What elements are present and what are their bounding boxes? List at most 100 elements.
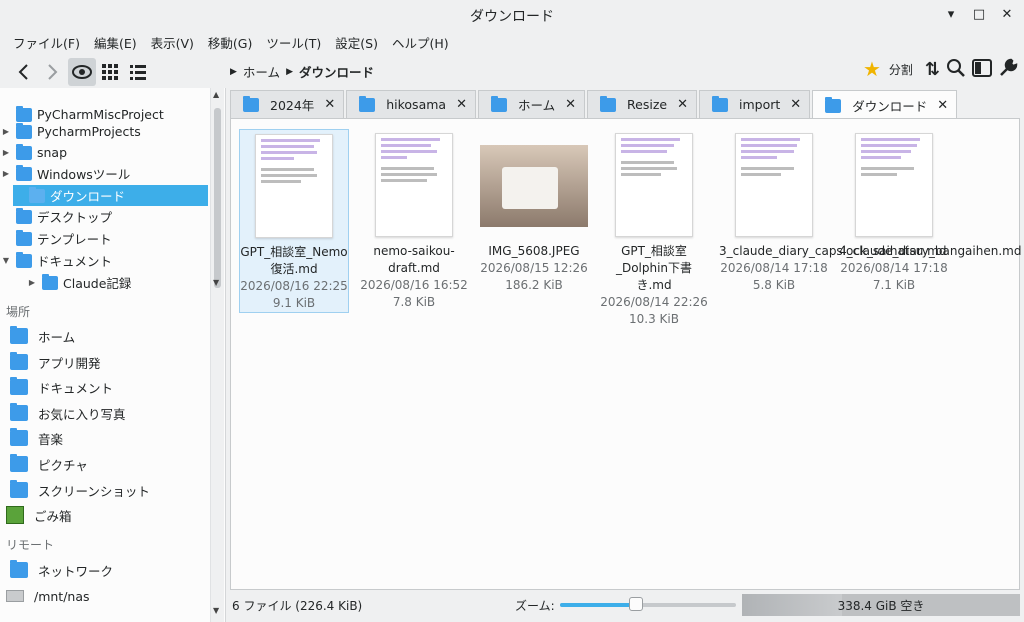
menu-bar: ファイル(F) 編集(E) 表示(V) 移動(G) ツール(T) 設定(S) ヘ… (0, 32, 1024, 52)
file-size: 5.8 KiB (752, 278, 796, 292)
tab-hikosama[interactable]: hikosama ✕ (346, 90, 476, 118)
file-item[interactable]: GPT_相談室_Nemo復活.md 2026/08/16 22:25 9.1 K… (239, 129, 349, 313)
folder-icon (16, 207, 32, 224)
zoom-slider-handle[interactable] (628, 597, 643, 611)
expand-arrow-icon[interactable]: ▶ (0, 127, 12, 136)
place-documents[interactable]: ドキュメント (6, 375, 211, 399)
panel-icon[interactable] (972, 58, 992, 80)
close-tab-icon[interactable]: ✕ (790, 97, 801, 112)
search-icon[interactable] (946, 58, 966, 81)
breadcrumb: ▶ ホーム ▶ ダウンロード (230, 62, 374, 81)
tab-resize[interactable]: Resize ✕ (587, 90, 697, 118)
tree-item[interactable]: ▶ snap (0, 142, 210, 163)
expand-arrow-icon[interactable]: ▼ (0, 256, 12, 265)
tree-item-selected[interactable]: ダウンロード (13, 185, 208, 206)
tree-item[interactable]: ▶ Claude記録 (26, 272, 225, 293)
menu-go[interactable]: 移動(G) (201, 33, 259, 52)
place-app-dev[interactable]: アプリ開発 (6, 350, 211, 374)
file-date: 2026/08/14 22:26 (600, 295, 708, 309)
place-trash[interactable]: ごみ箱 (6, 503, 211, 527)
file-item[interactable]: 3_claude_diary_capslock_saihatsu.md 2026… (719, 129, 947, 294)
expand-arrow-icon[interactable]: ▶ (0, 169, 12, 178)
tree-item[interactable]: テンプレート (0, 228, 210, 249)
place-home[interactable]: ホーム (6, 324, 211, 348)
menu-file[interactable]: ファイル(F) (6, 33, 87, 52)
file-name: GPT_相談室_Dolphin下書き.md (615, 244, 693, 292)
place-pictures[interactable]: ピクチャ (6, 452, 211, 476)
scroll-down-icon[interactable]: ▼ (213, 278, 219, 287)
place-favorite-photos[interactable]: お気に入り写真 (6, 401, 211, 425)
tree-item-label: Claude記録 (63, 276, 132, 291)
close-tab-icon[interactable]: ✕ (565, 97, 576, 112)
tab-home[interactable]: ホーム ✕ (477, 90, 586, 118)
tab-2024[interactable]: 2024年 ✕ (230, 90, 345, 118)
menu-tools[interactable]: ツール(T) (259, 33, 328, 52)
tree-item[interactable]: ▶ Windowsツール (0, 163, 210, 184)
place-nas[interactable]: /mnt/nas (6, 584, 211, 608)
menu-edit[interactable]: 編集(E) (87, 33, 144, 52)
sidebar-scrollbar[interactable]: ▲ ▼ ▼ (210, 88, 224, 622)
place-network[interactable]: ネットワーク (6, 558, 211, 582)
place-label: ドキュメント (38, 380, 114, 396)
close-tab-icon[interactable]: ✕ (456, 97, 467, 112)
breadcrumb-arrow-icon: ▶ (230, 66, 237, 77)
sort-icon[interactable]: ⇅ (925, 59, 940, 80)
tree-item[interactable]: ▶ PycharmProjects (0, 121, 210, 142)
folder-icon (16, 143, 32, 160)
tab-label: Resize (627, 97, 668, 112)
wrench-icon[interactable] (998, 58, 1018, 81)
file-view[interactable]: GPT_相談室_Nemo復活.md 2026/08/16 22:25 9.1 K… (230, 118, 1021, 590)
document-thumbnail (735, 133, 813, 237)
music-folder-icon (10, 428, 28, 446)
file-item[interactable]: 4_claude_diary_bangaihen.md 2026/08/14 1… (839, 129, 1021, 294)
title-bar: ダウンロード ▾ □ ✕ (0, 0, 1024, 32)
close-tab-icon[interactable]: ✕ (324, 97, 335, 112)
place-label: アプリ開発 (38, 355, 101, 371)
tree-item[interactable]: デスクトップ (0, 206, 210, 227)
breadcrumb-current[interactable]: ダウンロード (299, 62, 374, 81)
zoom-slider-fill (560, 603, 636, 607)
tab-label: 2024年 (270, 98, 315, 113)
menu-settings[interactable]: 設定(S) (328, 33, 385, 52)
file-item[interactable]: nemo-saikou-draft.md 2026/08/16 16:52 7.… (359, 129, 469, 311)
menu-view[interactable]: 表示(V) (144, 33, 201, 52)
scroll-down-icon[interactable]: ▼ (213, 606, 219, 615)
close-tab-icon[interactable]: ✕ (677, 97, 688, 112)
place-music[interactable]: 音楽 (6, 426, 211, 450)
close-icon[interactable]: ✕ (998, 6, 1016, 24)
star-icon[interactable]: ★ (863, 57, 881, 81)
breadcrumb-home[interactable]: ホーム (243, 62, 280, 81)
scroll-up-icon[interactable]: ▲ (213, 90, 219, 99)
folder-icon (16, 229, 32, 246)
back-icon[interactable] (10, 58, 38, 86)
place-label: ピクチャ (38, 457, 88, 473)
folder-icon (10, 352, 28, 370)
breadcrumb-arrow-icon: ▶ (286, 66, 293, 77)
place-label: お気に入り写真 (38, 406, 126, 422)
tree-item[interactable]: ▼ ドキュメント (0, 250, 210, 271)
compact-view-icon[interactable] (96, 58, 124, 86)
file-item[interactable]: IMG_5608.JPEG 2026/08/15 12:26 186.2 KiB (479, 129, 589, 294)
details-view-icon[interactable] (124, 58, 152, 86)
file-item[interactable]: GPT_相談室_Dolphin下書き.md 2026/08/14 22:26 1… (599, 129, 709, 328)
menu-help[interactable]: ヘルプ(H) (385, 33, 456, 52)
tree-item-label: デスクトップ (37, 210, 113, 225)
zoom-slider[interactable] (560, 597, 736, 611)
icon-view-icon[interactable] (68, 58, 96, 86)
expand-arrow-icon[interactable]: ▶ (0, 148, 12, 157)
maximize-icon[interactable]: □ (970, 6, 988, 24)
remote-heading: リモート (6, 538, 55, 552)
expand-arrow-icon[interactable]: ▶ (26, 278, 38, 287)
minimize-icon[interactable]: ▾ (942, 6, 960, 24)
tab-downloads[interactable]: ダウンロード ✕ (812, 90, 958, 120)
scrollbar-thumb[interactable] (214, 108, 221, 288)
tab-import[interactable]: import ✕ (699, 90, 811, 118)
place-screenshots[interactable]: スクリーンショット (6, 478, 211, 502)
forward-icon[interactable] (38, 58, 66, 86)
folder-icon (10, 403, 28, 421)
file-date: 2026/08/16 22:25 (240, 279, 348, 293)
close-tab-icon[interactable]: ✕ (937, 98, 948, 113)
folder-icon (490, 95, 507, 112)
tree-item-label: ドキュメント (37, 254, 113, 269)
split-button[interactable]: 分割 (889, 61, 913, 78)
